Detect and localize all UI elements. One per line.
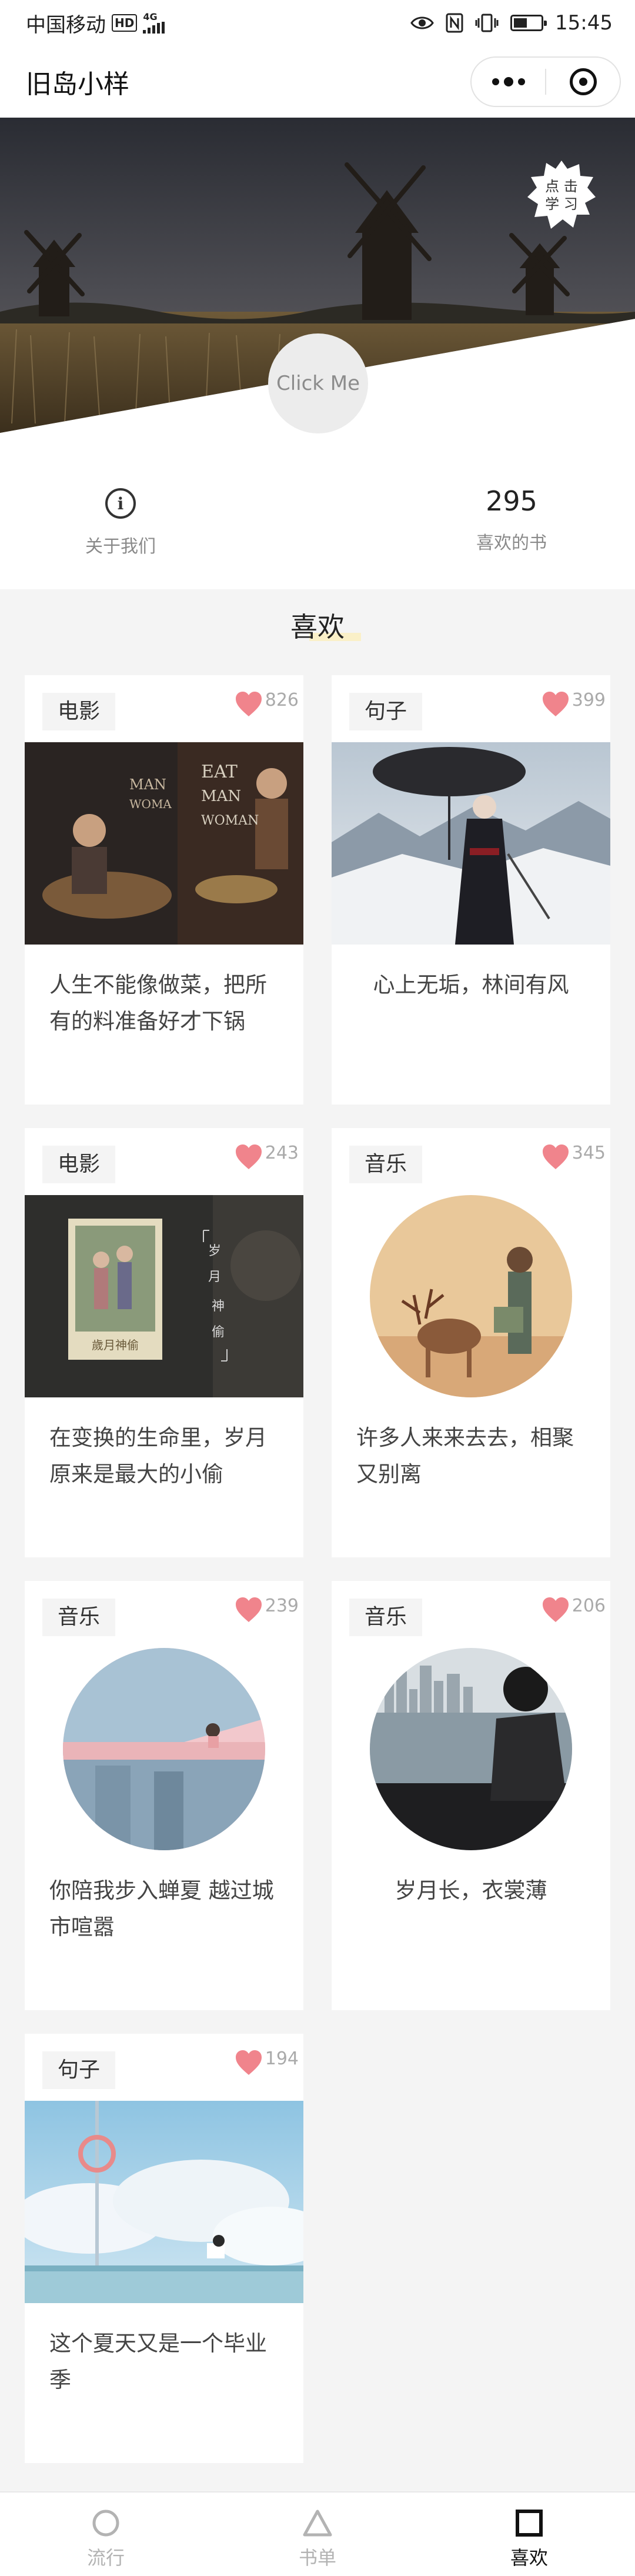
section-title: 喜欢 xyxy=(0,606,635,645)
like-count: 243 xyxy=(265,1143,299,1163)
study-stamp-icon[interactable]: 点 击学 习 xyxy=(525,158,598,231)
card-quote: 人生不能像做菜，把所有的料准备好才下锅 xyxy=(49,972,267,1034)
card-quote: 这个夏天又是一个毕业季 xyxy=(49,2331,267,2393)
section-title-text: 喜欢 xyxy=(286,606,361,645)
close-button[interactable] xyxy=(546,58,620,106)
clock: 15:45 xyxy=(555,11,613,35)
signal-icon: 4G xyxy=(143,12,165,34)
info-icon: i xyxy=(105,488,136,519)
heart-icon xyxy=(542,692,569,716)
tab-favorites[interactable]: 喜欢 xyxy=(423,2492,635,2576)
tab-bar: 流行 书单 喜欢 xyxy=(0,2491,635,2576)
favorite-card[interactable]: 句子 194 这个夏天又是一个毕业季 xyxy=(25,2034,303,2463)
card-category-tag: 句子 xyxy=(42,2051,116,2089)
circle-icon xyxy=(89,2507,122,2540)
svg-text:MAN: MAN xyxy=(201,788,241,805)
card-image xyxy=(332,1648,610,1850)
svg-text:WOMA: WOMA xyxy=(129,797,172,811)
card-like[interactable]: 194 xyxy=(235,2049,299,2076)
favorite-card[interactable]: 电影 243 歲月神偷 岁 月 神 偷 在变换的生命里，岁月原来是最大的小偷 xyxy=(25,1128,303,1557)
liked-books-count: 295 xyxy=(486,485,537,517)
like-count: 826 xyxy=(265,690,299,710)
status-left: 中国移动 HD 4G xyxy=(26,9,165,38)
tab-label: 喜欢 xyxy=(510,2547,548,2569)
tab-popular[interactable]: 流行 xyxy=(0,2492,212,2576)
banner: 点 击学 习 Click Me xyxy=(0,118,635,435)
poster-char: 月 xyxy=(208,1270,221,1284)
svg-text:WOMAN: WOMAN xyxy=(201,813,259,828)
liked-books-label: 喜欢的书 xyxy=(476,533,547,553)
carrier-label: 中国移动 xyxy=(26,13,106,37)
about-us-button[interactable]: i 关于我们 xyxy=(65,488,176,558)
tab-booklist[interactable]: 书单 xyxy=(212,2492,423,2576)
favorite-card[interactable]: 音乐 239 你陪我步入蝉夏 越过城市喧嚣 xyxy=(25,1581,303,2010)
card-quote: 你陪我步入蝉夏 越过城市喧嚣 xyxy=(49,1878,274,1940)
status-bar: 中国移动 HD 4G 15:45 xyxy=(0,0,635,46)
heart-icon xyxy=(235,692,262,716)
eye-icon xyxy=(410,16,434,29)
click-me-button[interactable]: Click Me xyxy=(268,333,368,433)
page-title: 旧岛小样 xyxy=(26,69,129,99)
card-like[interactable]: 399 xyxy=(542,690,606,718)
heart-icon xyxy=(235,1597,262,1622)
tab-label: 书单 xyxy=(298,2547,336,2569)
heart-icon xyxy=(542,1597,569,1622)
more-button[interactable] xyxy=(472,58,545,106)
card-quote: 心上无垢，林间有风 xyxy=(373,972,569,997)
about-us-label: 关于我们 xyxy=(85,536,156,557)
stats-panel: i 关于我们 295 喜欢的书 xyxy=(0,435,635,589)
favorite-card[interactable]: 音乐 206 岁月长，衣裳薄 xyxy=(332,1581,610,2010)
card-image: EAT MAN WOMAN MAN WOMA xyxy=(25,742,303,945)
card-category-tag: 电影 xyxy=(42,693,116,730)
tab-label: 流行 xyxy=(86,2547,125,2569)
square-icon xyxy=(513,2507,546,2540)
card-quote: 岁月长，衣裳薄 xyxy=(395,1878,547,1903)
svg-text:MAN: MAN xyxy=(129,776,166,793)
card-image: 歲月神偷 岁 月 神 偷 xyxy=(25,1195,303,1397)
svg-text:EAT: EAT xyxy=(201,762,238,782)
vibrate-icon xyxy=(475,14,499,32)
card-category-tag: 音乐 xyxy=(349,1599,423,1636)
card-image xyxy=(25,1648,303,1850)
nfc-icon xyxy=(446,13,463,33)
card-like[interactable]: 826 xyxy=(235,690,299,718)
heart-icon xyxy=(235,2050,262,2075)
heart-icon xyxy=(542,1144,569,1169)
like-count: 399 xyxy=(572,690,606,710)
card-category-tag: 电影 xyxy=(42,1146,116,1183)
poster-title: 歲月神偷 xyxy=(92,1338,139,1352)
card-like[interactable]: 239 xyxy=(235,1596,299,1623)
heart-icon xyxy=(235,1144,262,1169)
nav-bar: 旧岛小样 xyxy=(0,46,635,118)
battery-icon xyxy=(510,15,547,31)
card-like[interactable]: 243 xyxy=(235,1143,299,1170)
like-count: 239 xyxy=(265,1596,299,1616)
card-like[interactable]: 206 xyxy=(542,1596,606,1623)
favorite-card[interactable]: 音乐 345 许多人来来去去，相聚又别离 xyxy=(332,1128,610,1557)
target-icon xyxy=(569,68,597,95)
liked-books-stat[interactable]: 295 喜欢的书 xyxy=(453,485,570,554)
poster-char: 岁 xyxy=(208,1244,221,1259)
like-count: 194 xyxy=(265,2048,299,2069)
poster-char: 神 xyxy=(212,1299,225,1314)
hd-icon: HD xyxy=(112,14,138,32)
card-image xyxy=(332,742,610,945)
card-category-tag: 音乐 xyxy=(42,1599,116,1636)
status-right: 15:45 xyxy=(410,11,613,35)
miniprogram-capsule xyxy=(470,56,621,107)
like-count: 206 xyxy=(572,1596,606,1616)
poster-char: 偷 xyxy=(212,1325,225,1340)
card-quote: 在变换的生命里，岁月原来是最大的小偷 xyxy=(49,1425,267,1487)
like-count: 345 xyxy=(572,1143,606,1163)
network-type-label: 4G xyxy=(143,11,158,22)
card-category-tag: 音乐 xyxy=(349,1146,423,1183)
card-category-tag: 句子 xyxy=(349,693,423,730)
card-image xyxy=(332,1195,610,1397)
card-image xyxy=(25,2101,303,2303)
card-quote: 许多人来来去去，相聚又别离 xyxy=(356,1425,574,1487)
favorite-card[interactable]: 电影 826 EAT MAN WOMAN MAN WOMA 人生不能像做菜，把所… xyxy=(25,675,303,1105)
card-like[interactable]: 345 xyxy=(542,1143,606,1170)
favorite-card[interactable]: 句子 399 心上无垢，林间有风 xyxy=(332,675,610,1105)
triangle-icon xyxy=(301,2507,334,2540)
